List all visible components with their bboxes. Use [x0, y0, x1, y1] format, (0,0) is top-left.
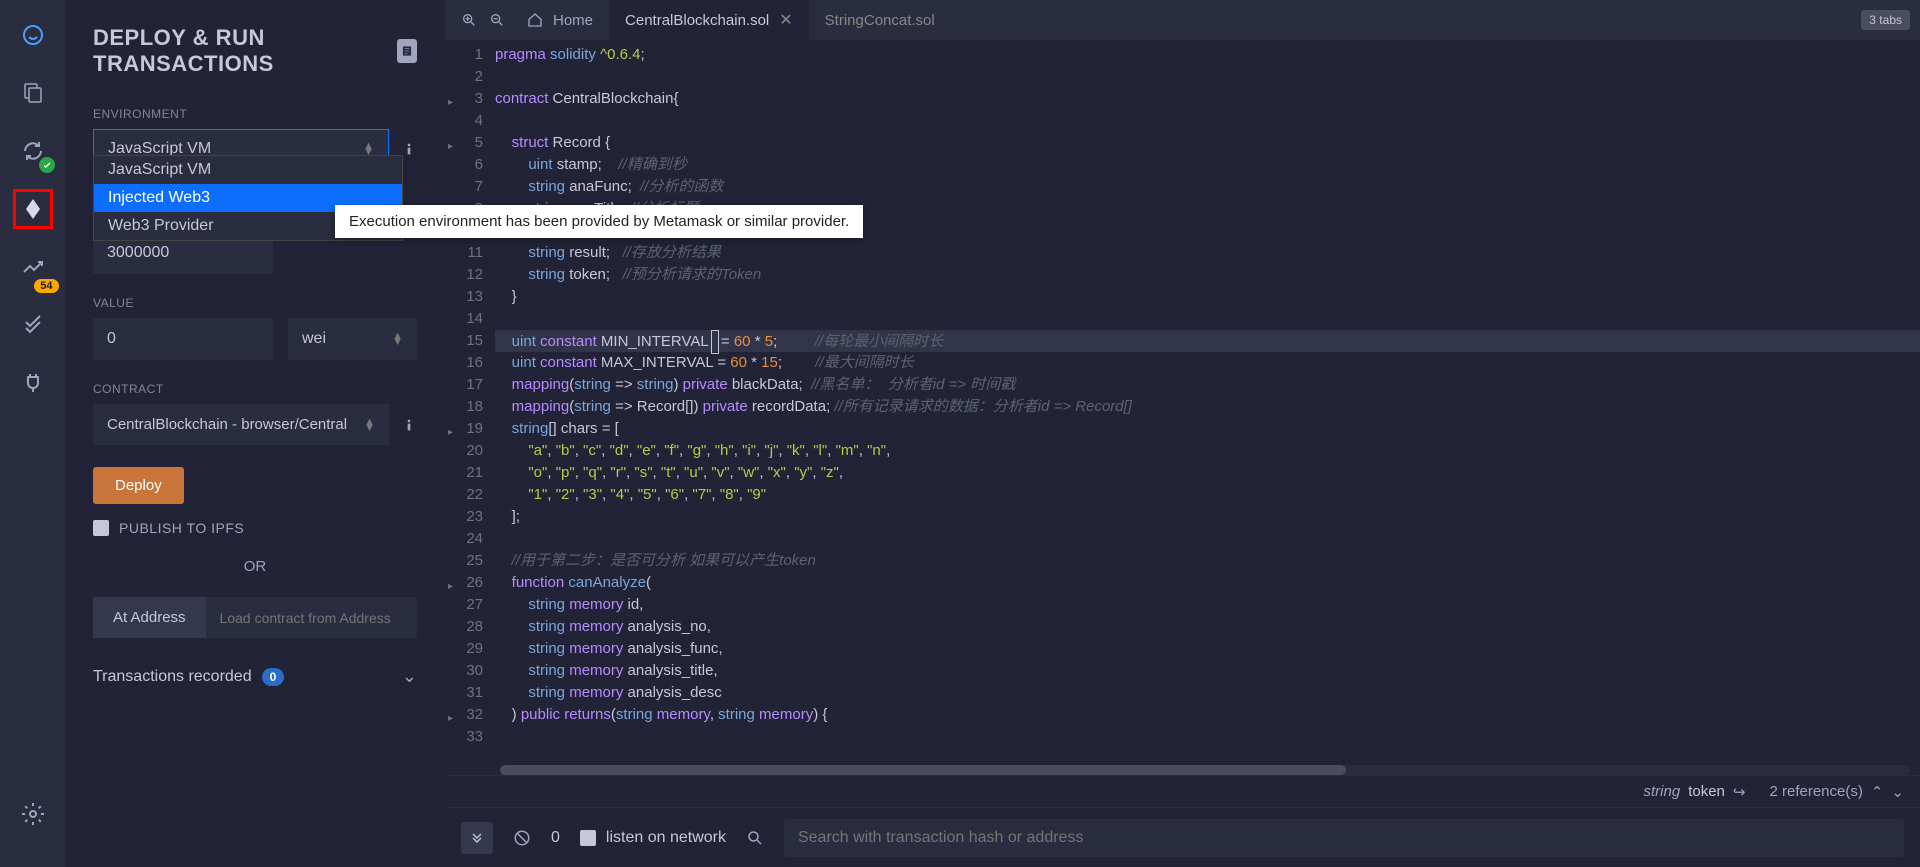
or-divider: OR: [93, 558, 417, 575]
plugin-icon[interactable]: [13, 363, 53, 403]
editor-area: Home CentralBlockchain.sol✕ StringConcat…: [445, 0, 1920, 867]
contract-select[interactable]: CentralBlockchain - browser/Central ▲▼: [93, 404, 389, 445]
tabs-count-badge[interactable]: 3 tabs: [1861, 10, 1910, 30]
select-arrows-icon: ▲▼: [392, 333, 403, 345]
logo-icon[interactable]: [13, 15, 53, 55]
compiler-icon[interactable]: [13, 131, 53, 171]
transactions-recorded-toggle[interactable]: Transactions recorded 0 ⌄: [93, 666, 417, 687]
zoom-out-icon[interactable]: [483, 6, 511, 34]
clear-icon[interactable]: [513, 829, 531, 847]
badge-count: 54: [34, 279, 58, 293]
trans-count-badge: 0: [262, 668, 285, 686]
info-icon[interactable]: [401, 417, 417, 433]
publish-checkbox[interactable]: [93, 520, 109, 536]
env-label: ENVIRONMENT: [93, 107, 417, 121]
tabs-bar: Home CentralBlockchain.sol✕ StringConcat…: [445, 0, 1920, 40]
select-arrows-icon: ▲▼: [364, 419, 375, 431]
deploy-button[interactable]: Deploy: [93, 467, 184, 504]
icon-bar: 54: [0, 0, 65, 867]
file-explorer-icon[interactable]: [13, 73, 53, 113]
pending-count: 0: [551, 829, 560, 847]
at-address-button[interactable]: At Address: [93, 597, 206, 638]
search-icon[interactable]: [746, 829, 764, 847]
close-icon[interactable]: ✕: [779, 10, 792, 30]
select-arrows-icon: ▲▼: [363, 143, 374, 155]
tab-home[interactable]: Home: [511, 0, 609, 40]
analysis-icon[interactable]: [13, 305, 53, 345]
env-option-jsvm[interactable]: JavaScript VM: [94, 156, 402, 184]
value-input[interactable]: [93, 318, 273, 360]
tab-file-2[interactable]: StringConcat.sol: [809, 0, 951, 40]
info-icon[interactable]: [401, 141, 417, 157]
panel-doc-icon[interactable]: [397, 39, 417, 63]
goto-icon[interactable]: ↪: [1733, 783, 1746, 801]
terminal-toggle-icon[interactable]: [461, 822, 493, 854]
contract-label: CONTRACT: [93, 382, 417, 396]
terminal-bar: 0 listen on network: [445, 807, 1920, 867]
value-label: VALUE: [93, 296, 417, 310]
nav-up-icon[interactable]: ⌃: [1871, 783, 1884, 801]
zoom-in-icon[interactable]: [455, 6, 483, 34]
terminal-search-input[interactable]: [784, 819, 1904, 857]
horizontal-scrollbar[interactable]: [500, 765, 1910, 775]
references-bar: string token ↪ 2 reference(s) ⌃ ⌄: [445, 775, 1920, 807]
publish-label: PUBLISH TO IPFS: [119, 520, 244, 536]
code-editor[interactable]: 123▸45▸6789111213141516171819▸2021222324…: [445, 40, 1920, 775]
sidebar: DEPLOY & RUN TRANSACTIONS ENVIRONMENT Ja…: [65, 0, 445, 867]
listen-checkbox[interactable]: [580, 830, 596, 846]
nav-down-icon[interactable]: ⌄: [1891, 783, 1904, 801]
tab-file-1[interactable]: CentralBlockchain.sol✕: [609, 0, 809, 40]
settings-icon[interactable]: [13, 794, 53, 834]
chevron-down-icon: ⌄: [402, 666, 417, 687]
address-input[interactable]: [206, 597, 417, 638]
env-tooltip: Execution environment has been provided …: [335, 205, 863, 238]
debugger-icon[interactable]: 54: [13, 247, 53, 287]
unit-select[interactable]: wei ▲▼: [288, 318, 417, 360]
deploy-icon[interactable]: [13, 189, 53, 229]
panel-title: DEPLOY & RUN TRANSACTIONS: [93, 25, 397, 77]
